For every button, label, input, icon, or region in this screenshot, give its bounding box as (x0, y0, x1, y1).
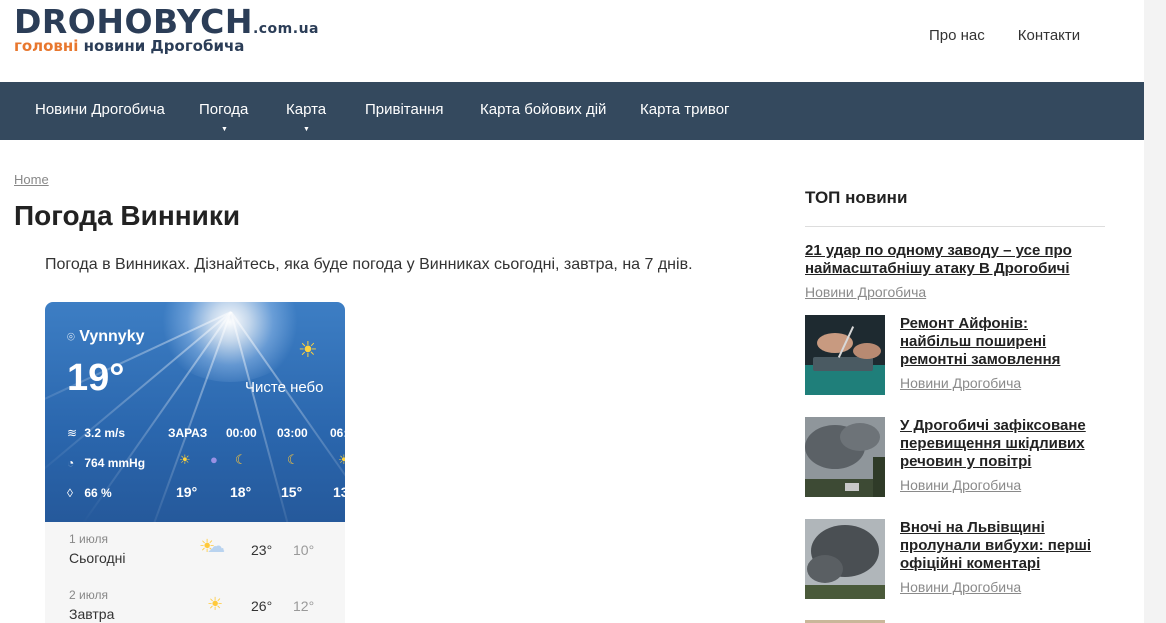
hour-temperature: 15° (281, 484, 303, 500)
news-title[interactable]: Вночі на Львівщині пролунали вибухи: пер… (900, 519, 1100, 573)
news-thumbnail-phone-repair[interactable] (805, 315, 885, 395)
day-high: 26° (251, 598, 273, 614)
weather-location: ⌾ Vynnyky (67, 328, 144, 346)
nav-item-news[interactable]: Новини Дрогобича (35, 82, 165, 140)
weather-current-panel: ⌾ Vynnyky 19° ☀ Чисте небо ≋ 3.2 m/s ◔ 7… (45, 302, 345, 564)
location-name: Vynnyky (79, 328, 145, 345)
daily-forecast: 1 июля Сьогодні ☀☁ 23° 10° 2 июля Завтра… (45, 522, 345, 623)
news-category[interactable]: Новини Дрогобича (900, 579, 1021, 595)
news-category[interactable]: Новини Дрогобича (900, 477, 1021, 493)
wind-icon: ≋ (67, 426, 78, 440)
hour-label: 06: (330, 426, 345, 440)
logo-domain: .com.ua (252, 21, 319, 37)
page-title: Погода Винники (14, 200, 241, 231)
site-logo[interactable]: DROHOBYCH.com.ua головні новини Дрогобич… (14, 2, 319, 55)
sidebar-divider (805, 226, 1105, 227)
day-date: 1 июля (69, 532, 108, 546)
breadcrumb[interactable]: Home (14, 172, 49, 187)
day-low: 12° (293, 598, 315, 614)
pressure-stat: ◔ 764 mmHg (67, 456, 145, 470)
intro-text: Погода в Винниках. Дізнайтесь, яка буде … (45, 256, 693, 273)
news-title[interactable]: Ремонт Айфонів: найбільш поширені ремонт… (900, 315, 1100, 369)
sun-icon: ☀ (207, 594, 224, 614)
gauge-icon: ◔ (67, 456, 75, 470)
page: DROHOBYCH.com.ua головні новини Дрогобич… (0, 0, 1144, 623)
logo-tag-accent: головні (14, 37, 79, 55)
weather-widget: ⌾ Vynnyky 19° ☀ Чисте небо ≋ 3.2 m/s ◔ 7… (45, 302, 345, 623)
day-high: 23° (251, 542, 273, 558)
contacts-link[interactable]: Контакти (1018, 27, 1080, 44)
logo-main: DROHOBYCH (14, 2, 253, 41)
moon-icon: ☾ (287, 452, 299, 467)
day-date: 2 июля (69, 588, 108, 602)
site-header: DROHOBYCH.com.ua головні новини Дрогобич… (0, 0, 1144, 82)
main-nav: Новини Дрогобича Погода ▼ Карта ▼ Привіт… (0, 82, 1144, 140)
humidity-value: 66 % (84, 486, 112, 500)
nav-item-alert-map[interactable]: Карта тривог (640, 82, 730, 140)
day-name: Завтра (69, 606, 115, 622)
location-pin-icon: ⌾ (67, 329, 75, 344)
page-gutter (1144, 0, 1166, 623)
glare-icon: ● (210, 452, 218, 467)
hour-label: ЗАРАЗ (168, 426, 208, 440)
day-name: Сьогодні (69, 550, 126, 566)
news-category[interactable]: Новини Дрогобича (900, 375, 1021, 391)
hour-temperature: 18° (230, 484, 252, 500)
news-thumbnail-smoke[interactable] (805, 417, 885, 497)
hour-temperature: 19° (176, 484, 198, 500)
hour-label: 00:00 (226, 426, 257, 440)
nav-item-battle-map[interactable]: Карта бойових дій (480, 82, 606, 140)
logo-tag-rest: новини Дрогобича (78, 37, 245, 55)
day-low: 10° (293, 542, 315, 558)
logo-tagline: головні новини Дрогобича (14, 38, 244, 54)
current-temperature: 19° (67, 357, 125, 399)
chevron-down-icon: ▼ (303, 126, 310, 133)
news-category[interactable]: Новини Дрогобича (805, 284, 926, 300)
news-thumbnail-explosion-smoke[interactable] (805, 519, 885, 599)
news-title[interactable]: 21 удар по одному заводу – усе про найма… (805, 242, 1095, 278)
humidity-stat: ◊ 66 % (67, 486, 112, 500)
wind-stat: ≋ 3.2 m/s (67, 426, 125, 440)
chevron-down-icon: ▼ (221, 126, 228, 133)
partly-cloudy-icon: ☀☁ (199, 536, 226, 556)
about-link[interactable]: Про нас (929, 27, 985, 44)
nav-item-greetings[interactable]: Привітання (365, 82, 444, 140)
top-links: Про нас Контакти (929, 27, 1113, 44)
sun-icon: ☀ (179, 452, 191, 467)
hour-label: 03:00 (277, 426, 308, 440)
drop-icon: ◊ (67, 486, 73, 500)
wind-value: 3.2 m/s (84, 426, 126, 440)
hour-temperature: 13 (333, 484, 345, 500)
pressure-value: 764 mmHg (84, 456, 146, 470)
sun-icon: ☀ (338, 452, 345, 467)
sidebar-heading: ТОП новини (805, 188, 908, 207)
weather-condition: Чисте небо (245, 379, 324, 396)
sun-icon: ☀ (298, 337, 318, 362)
moon-icon: ☾ (235, 452, 247, 467)
news-title[interactable]: У Дрогобичі зафіксоване перевищення шкід… (900, 417, 1100, 471)
